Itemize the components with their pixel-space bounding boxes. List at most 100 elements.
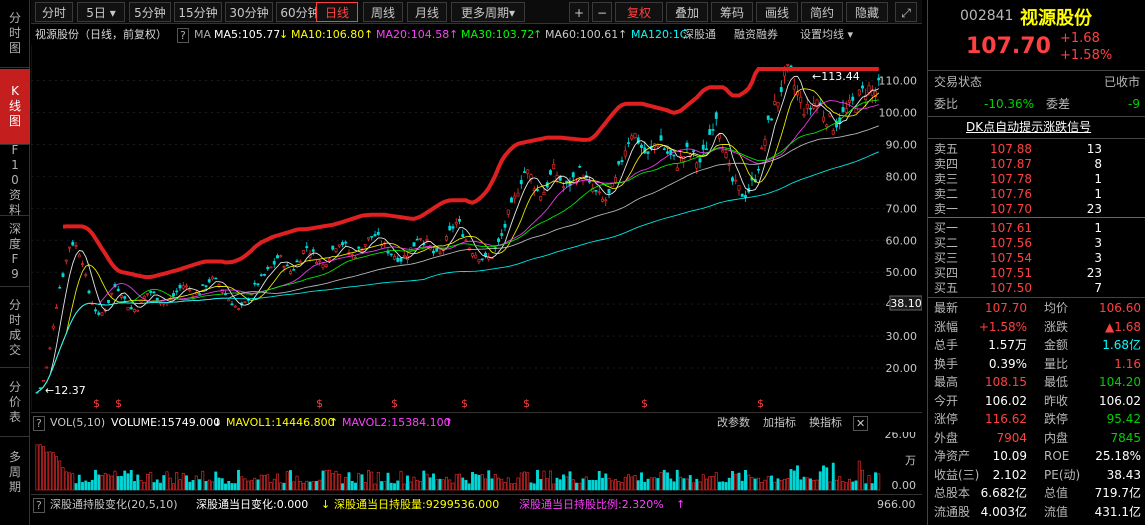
period-daily[interactable]: 日线	[316, 2, 358, 22]
nav-depth[interactable]: 深度F9	[0, 217, 30, 287]
dividend-marker[interactable]: $	[316, 397, 323, 410]
vol-switch-indicator-button[interactable]: 换指标	[809, 413, 842, 433]
hide-button[interactable]: 隐藏	[846, 2, 888, 22]
ask-row[interactable]: 卖五 107.88 13	[928, 141, 1145, 157]
volume-bar	[705, 478, 708, 491]
ask-label: 卖四	[934, 157, 959, 171]
bid-row[interactable]: 买五 107.50 7	[928, 280, 1145, 296]
expand-icon[interactable]: ⤢	[895, 2, 917, 22]
period-5day[interactable]: 5日 ▾	[77, 2, 125, 22]
hk-help-icon[interactable]: ?	[33, 498, 45, 513]
candle-body	[243, 301, 247, 303]
period-15min[interactable]: 15分钟	[174, 2, 222, 22]
period-30min[interactable]: 30分钟	[225, 2, 273, 22]
volume-bar	[172, 483, 175, 491]
volume-bar	[809, 478, 812, 491]
adjust-button[interactable]: 复权	[615, 2, 663, 22]
volume-bar	[412, 476, 416, 491]
period-timeshare[interactable]: 分时	[35, 2, 73, 22]
ask-row[interactable]: 卖一 107.70 23	[928, 201, 1145, 217]
volume-bar	[822, 465, 825, 491]
ask-row[interactable]: 卖四 107.87 8	[928, 156, 1145, 172]
period-5min[interactable]: 5分钟	[129, 2, 171, 22]
volume-bar	[701, 474, 705, 491]
volume-bar	[324, 470, 328, 491]
candle-body	[159, 302, 162, 305]
volume-bar	[484, 478, 487, 491]
volume-bar	[45, 451, 49, 491]
bid-row[interactable]: 买二 107.56 3	[928, 235, 1145, 251]
dividend-marker[interactable]: $	[93, 397, 100, 410]
volume-bar	[237, 469, 240, 491]
period-more[interactable]: 更多周期▾	[451, 2, 525, 22]
dividend-marker[interactable]: $	[391, 397, 398, 410]
bid-row[interactable]: 买一 107.61 1	[928, 220, 1145, 236]
volume-bar	[493, 473, 497, 491]
volume-bar	[331, 473, 335, 491]
volume-bar	[653, 477, 656, 491]
dividend-marker[interactable]: $	[523, 397, 530, 410]
help-icon[interactable]: ?	[177, 28, 189, 43]
volume-bar	[555, 477, 559, 491]
candle-body	[360, 250, 364, 253]
link-hk-connect[interactable]: 深股通	[683, 25, 716, 45]
zoom-out-button[interactable]: −	[592, 2, 612, 22]
vol-edit-params-button[interactable]: 改参数	[717, 413, 750, 433]
dividend-marker[interactable]: $	[757, 397, 764, 410]
volume-bar	[279, 482, 283, 491]
volume-bar	[367, 470, 370, 491]
volume-bar	[662, 469, 666, 491]
nav-f10[interactable]: F10资料	[0, 143, 30, 217]
kline-chart[interactable]: 110.00100.0090.0080.0070.0060.0050.0040.…	[30, 45, 923, 410]
hk-ratio-arrow: ↑	[676, 498, 686, 511]
dividend-marker[interactable]: $	[641, 397, 648, 410]
volume-bar	[744, 469, 747, 491]
bid-price: 107.56	[990, 236, 1032, 250]
candle-body	[419, 238, 422, 240]
vol-help-icon[interactable]: ?	[33, 416, 45, 431]
volume-bar	[415, 479, 419, 491]
nav-multi-period[interactable]: 多周期	[0, 438, 30, 506]
link-margin[interactable]: 融资融券	[734, 25, 778, 45]
candle-body	[285, 264, 289, 267]
candle-body	[536, 189, 539, 191]
volume-bar	[789, 469, 793, 491]
draw-line-button[interactable]: 画线	[756, 2, 798, 22]
volume-bar	[253, 477, 257, 491]
stat-label: 收益(三)	[934, 467, 980, 482]
close-icon[interactable]: ✕	[853, 416, 869, 431]
volume-bar	[558, 479, 562, 491]
simple-button[interactable]: 简约	[801, 2, 843, 22]
nav-kline-label: K线图	[8, 84, 21, 128]
stat-row: 涨停 116.62 跌停 95.42	[928, 411, 1145, 427]
chips-button[interactable]: 筹码	[711, 2, 753, 22]
volume-chart[interactable]: 26.00 万 0.00	[31, 428, 922, 492]
nav-price-table[interactable]: 分价表	[0, 369, 30, 437]
volume-bar	[591, 479, 595, 491]
ma-legend: 视源股份（日线，前复权） ? MA MA5:105.77 ↓ MA10:106.…	[31, 25, 922, 45]
volume-bar	[110, 475, 114, 491]
volume-bar	[526, 472, 530, 491]
nav-timeshare[interactable]: 分时图	[0, 0, 30, 68]
nav-trades[interactable]: 分时成交	[0, 288, 30, 368]
volume-bar	[103, 473, 107, 491]
vol-add-indicator-button[interactable]: 加指标	[763, 413, 796, 433]
ask-row[interactable]: 卖二 107.76 1	[928, 186, 1145, 202]
dividend-marker[interactable]: $	[115, 397, 122, 410]
ma-settings-dropdown[interactable]: 设置均线 ▾	[800, 25, 853, 45]
bid-row[interactable]: 买三 107.54 3	[928, 250, 1145, 266]
candle-body	[230, 303, 234, 306]
grid-lines	[31, 80, 886, 369]
ask-row[interactable]: 卖三 107.78 1	[928, 171, 1145, 187]
volume-bar	[669, 478, 673, 491]
bid-row[interactable]: 买四 107.51 23	[928, 265, 1145, 281]
overlay-button[interactable]: 叠加	[666, 2, 708, 22]
zoom-in-button[interactable]: +	[569, 2, 589, 22]
nav-kline[interactable]: K线图	[0, 69, 30, 145]
candle-body	[302, 250, 305, 254]
volume-bar	[445, 476, 448, 491]
period-monthly[interactable]: 月线	[407, 2, 447, 22]
dk-signal-link[interactable]: DK点自动提示涨跌信号	[928, 119, 1145, 135]
period-weekly[interactable]: 周线	[363, 2, 403, 22]
dividend-marker[interactable]: $	[461, 397, 468, 410]
